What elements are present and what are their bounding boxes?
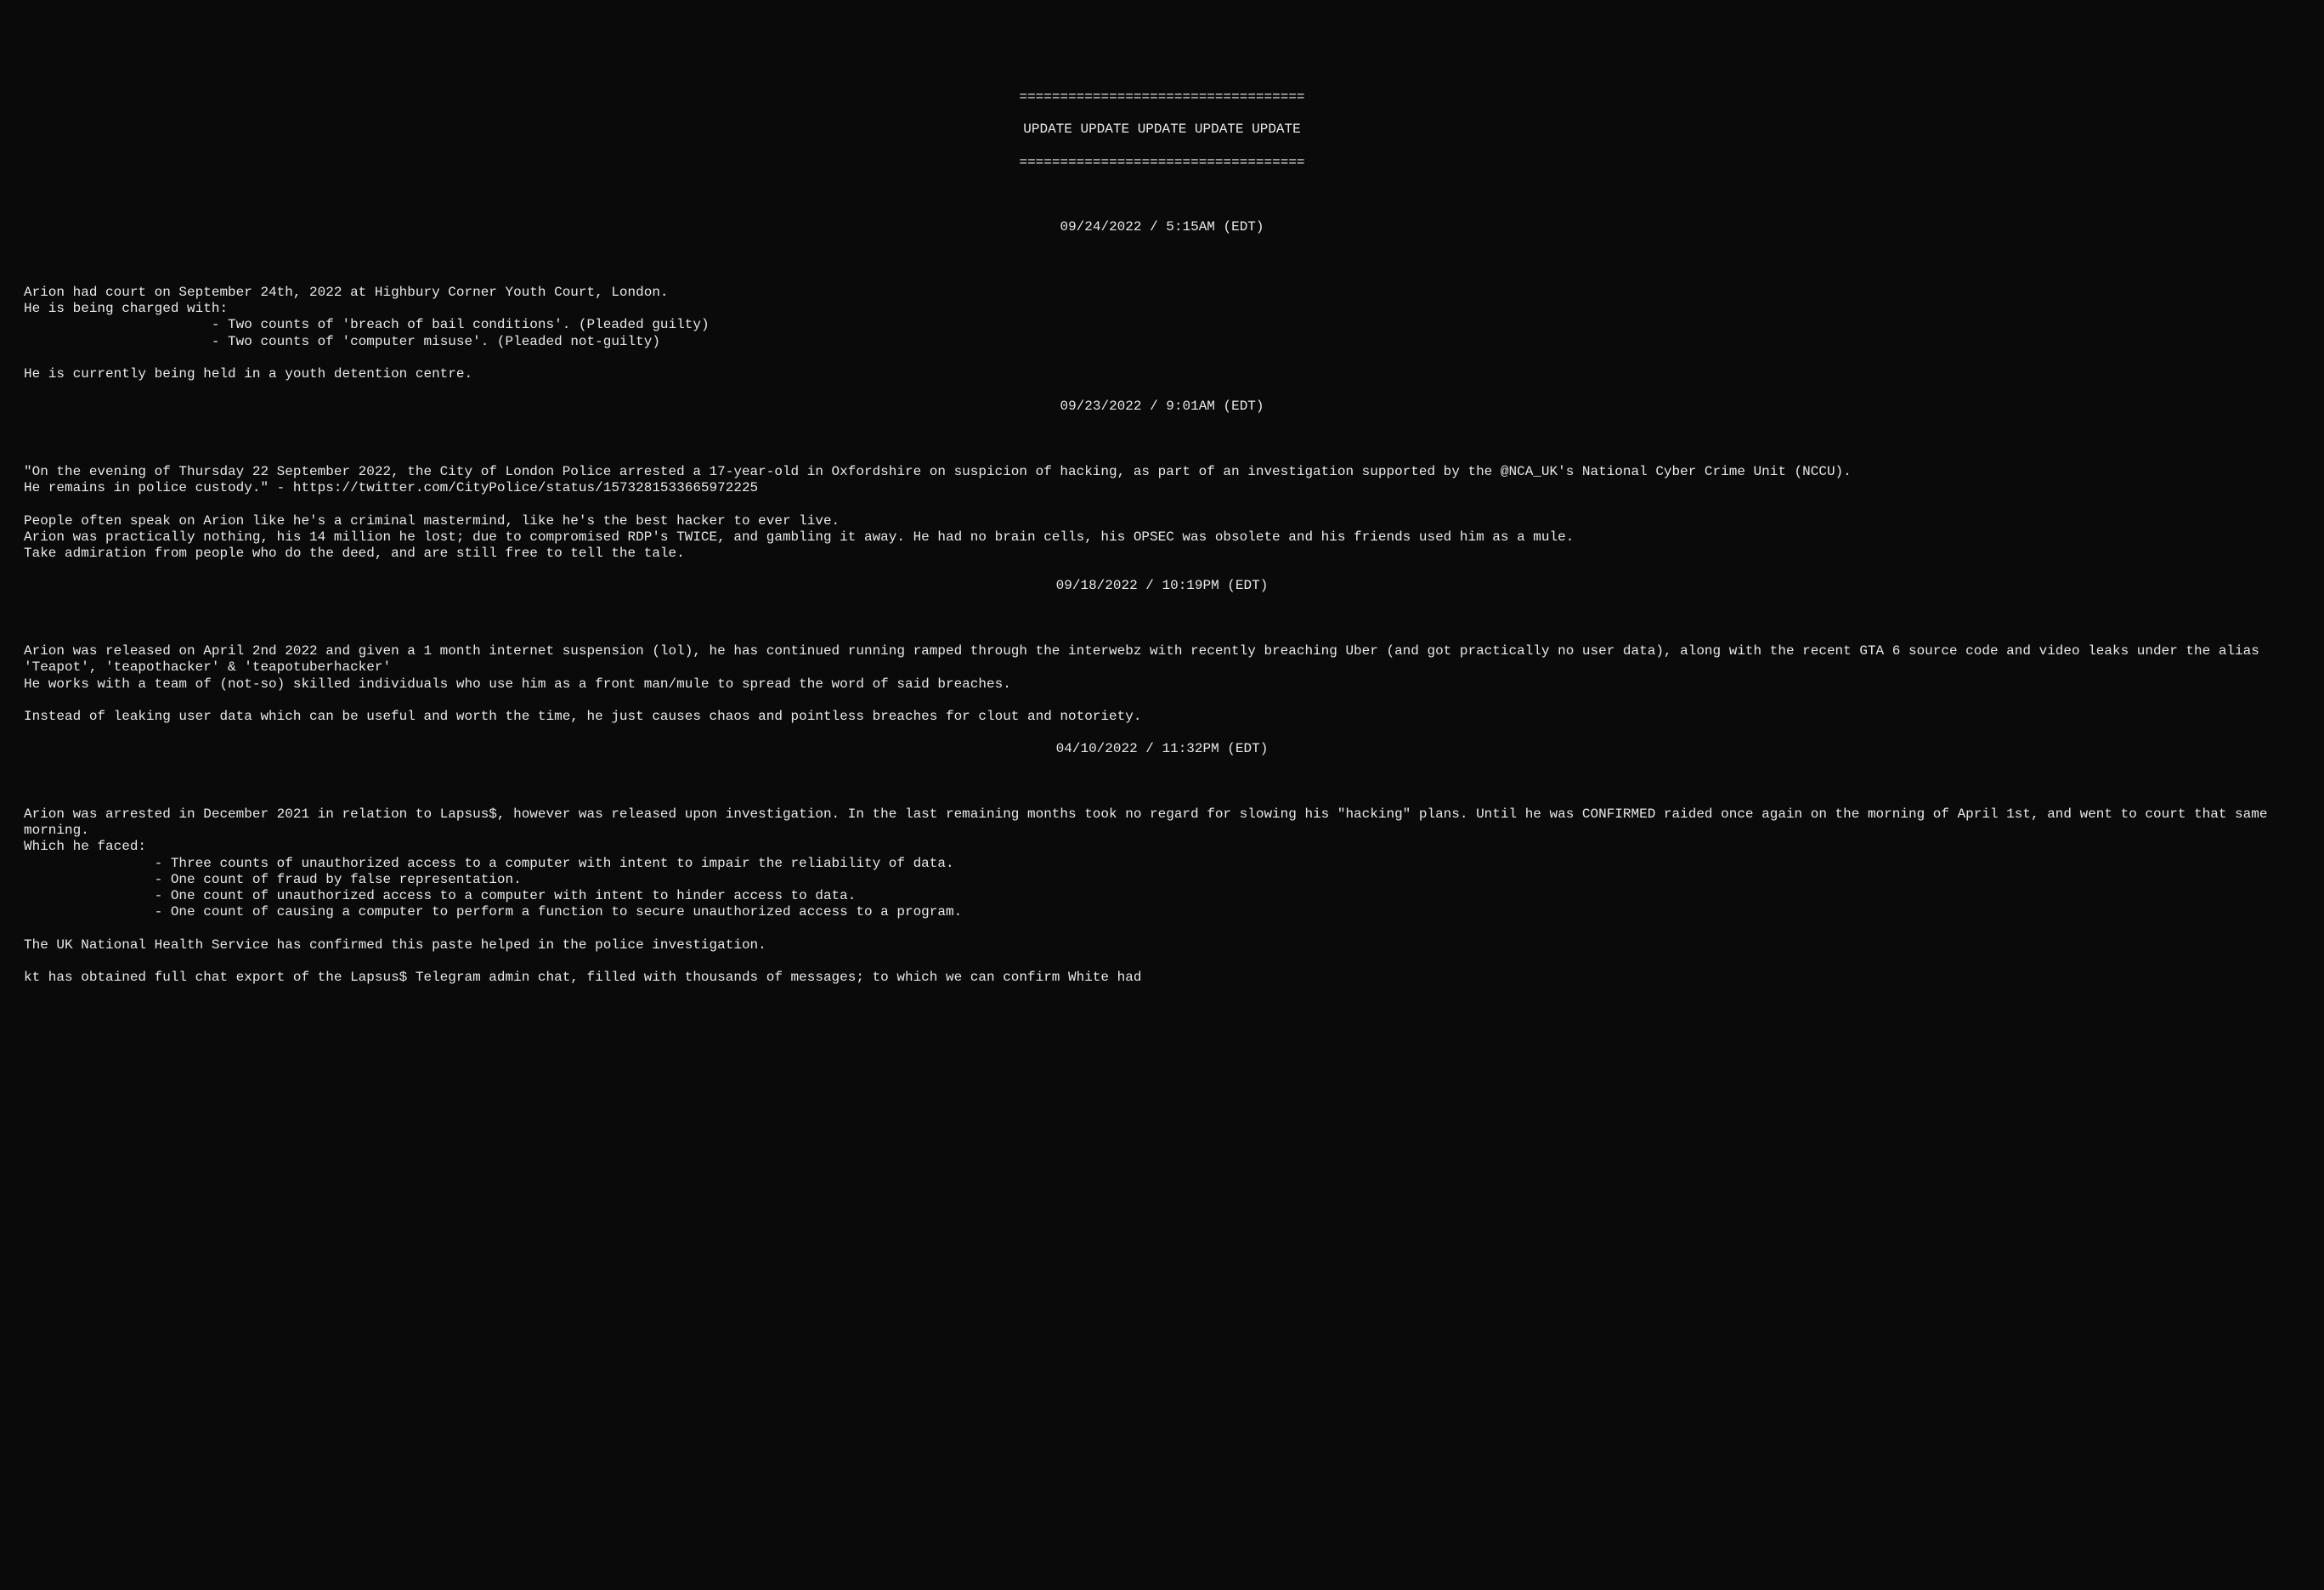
spacer — [24, 252, 2300, 269]
header-separator-top: =================================== — [24, 89, 2300, 105]
update-body-2: Arion was released on April 2nd 2022 and… — [24, 643, 2300, 725]
header-title: UPDATE UPDATE UPDATE UPDATE UPDATE — [24, 122, 2300, 138]
update-body-1: "On the evening of Thursday 22 September… — [24, 464, 2300, 562]
header-separator-bottom: =================================== — [24, 155, 2300, 171]
spacer — [24, 187, 2300, 203]
spacer — [24, 611, 2300, 627]
update-date-2: 09/18/2022 / 10:19PM (EDT) — [24, 578, 2300, 594]
update-body-3: Arion was arrested in December 2021 in r… — [24, 806, 2300, 986]
update-date-0: 09/24/2022 / 5:15AM (EDT) — [24, 219, 2300, 235]
update-date-3: 04/10/2022 / 11:32PM (EDT) — [24, 741, 2300, 757]
spacer — [24, 432, 2300, 448]
update-date-1: 09/23/2022 / 9:01AM (EDT) — [24, 399, 2300, 415]
spacer — [24, 774, 2300, 790]
update-body-0: Arion had court on September 24th, 2022 … — [24, 285, 2300, 382]
